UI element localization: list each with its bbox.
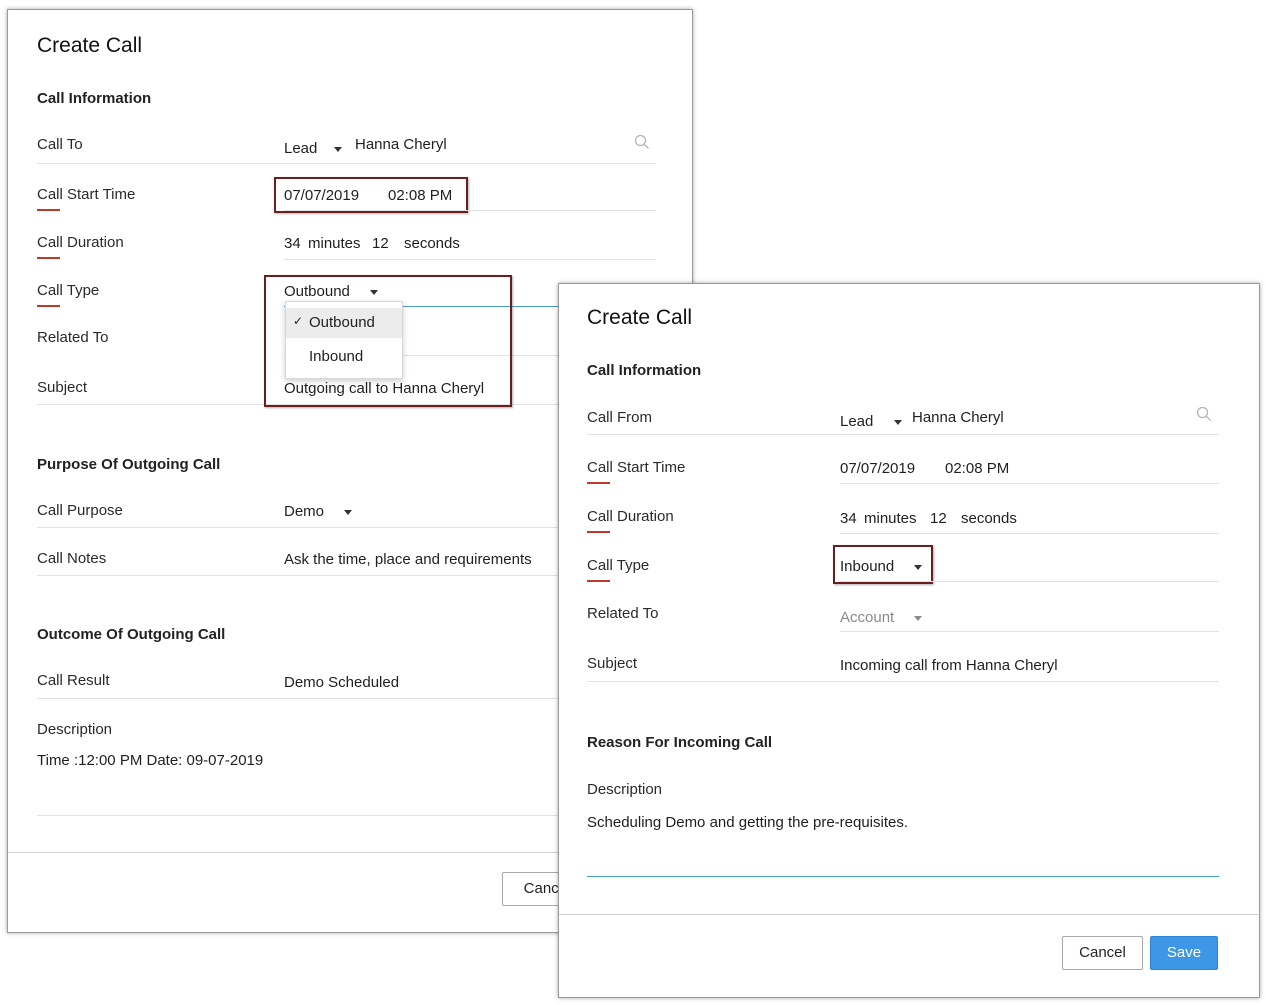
duration-minutes-input[interactable]: 34 <box>284 235 301 252</box>
call-start-time-label: Call Start Time <box>37 186 136 203</box>
call-type-select[interactable]: Inbound <box>840 558 923 575</box>
chevron-down-icon <box>893 419 902 425</box>
call-from-name-input[interactable]: Hanna Cheryl <box>912 409 1004 426</box>
dropdown-option-outbound[interactable]: ✓ Outbound <box>286 308 402 338</box>
call-result-input[interactable]: Demo Scheduled <box>284 674 399 691</box>
description-label: Description <box>37 721 113 738</box>
subject-label: Subject <box>587 655 638 672</box>
duration-seconds-unit: seconds <box>404 235 460 252</box>
dialog-title: Create Call <box>587 306 693 329</box>
call-to-label: Call To <box>37 136 83 153</box>
related-to-module-value: Account <box>840 609 895 626</box>
section-call-information: Call Information <box>587 362 702 379</box>
divider <box>587 434 1219 435</box>
description-input[interactable]: Time :12:00 PM Date: 09-07-2019 <box>37 752 263 769</box>
divider <box>587 681 1219 682</box>
description-input[interactable]: Scheduling Demo and getting the pre-requ… <box>587 814 908 831</box>
divider <box>840 533 1219 534</box>
call-type-label: Call Type <box>37 282 100 299</box>
duration-minutes-input[interactable]: 34 <box>840 510 857 527</box>
search-icon[interactable] <box>634 134 650 150</box>
call-result-label: Call Result <box>37 672 110 689</box>
call-type-value: Inbound <box>840 558 895 575</box>
call-type-label: Call Type <box>587 557 650 574</box>
subject-label: Subject <box>37 379 88 396</box>
duration-minutes-unit: minutes <box>308 235 361 252</box>
call-type-dropdown-menu: ✓ Outbound Inbound <box>285 301 403 379</box>
required-marker <box>587 482 610 484</box>
chevron-down-icon <box>914 564 923 570</box>
search-icon[interactable] <box>1196 406 1212 422</box>
call-notes-label: Call Notes <box>37 550 107 567</box>
call-from-module-value: Lead <box>840 413 874 430</box>
option-label: Outbound <box>309 314 375 331</box>
call-to-module-value: Lead <box>284 140 318 157</box>
chevron-down-icon <box>333 146 342 152</box>
divider <box>840 581 1219 582</box>
description-label: Description <box>587 781 663 798</box>
call-to-name-input[interactable]: Hanna Cheryl <box>355 136 447 153</box>
required-marker <box>37 209 60 211</box>
subject-input[interactable]: Incoming call from Hanna Cheryl <box>840 657 1058 674</box>
dialog-title: Create Call <box>37 34 143 57</box>
dropdown-option-inbound[interactable]: Inbound <box>309 348 363 365</box>
required-marker <box>587 580 610 582</box>
call-to-module-select[interactable]: Lead <box>284 140 342 157</box>
chevron-down-icon <box>344 509 353 515</box>
call-purpose-label: Call Purpose <box>37 502 123 519</box>
call-start-time-input[interactable]: 02:08 PM <box>945 460 1009 477</box>
duration-minutes-unit: minutes <box>864 510 917 527</box>
related-to-label: Related To <box>587 605 659 622</box>
divider <box>284 259 656 260</box>
divider <box>37 163 656 164</box>
cancel-button[interactable]: Cancel <box>1062 936 1143 970</box>
call-duration-label: Call Duration <box>587 508 674 525</box>
related-to-module-select[interactable]: Account <box>840 609 923 626</box>
section-purpose: Purpose Of Outgoing Call <box>37 456 221 473</box>
duration-seconds-input[interactable]: 12 <box>930 510 947 527</box>
required-marker <box>587 531 610 533</box>
section-outcome: Outcome Of Outgoing Call <box>37 626 226 643</box>
divider <box>284 210 656 211</box>
call-duration-label: Call Duration <box>37 234 124 251</box>
call-purpose-select[interactable]: Demo <box>284 503 353 520</box>
chevron-down-icon <box>914 615 923 621</box>
call-start-date-input[interactable]: 07/07/2019 <box>284 187 359 204</box>
duration-seconds-unit: seconds <box>961 510 1017 527</box>
focused-underline <box>587 876 1219 877</box>
call-from-label: Call From <box>587 409 653 426</box>
required-marker <box>37 257 60 259</box>
duration-seconds-input[interactable]: 12 <box>372 235 389 252</box>
call-purpose-value: Demo <box>284 503 325 520</box>
call-from-module-select[interactable]: Lead <box>840 413 902 430</box>
call-start-time-input[interactable]: 02:08 PM <box>388 187 452 204</box>
related-to-label: Related To <box>37 329 109 346</box>
divider <box>840 483 1219 484</box>
divider <box>840 631 1219 632</box>
section-call-information: Call Information <box>37 90 152 107</box>
call-start-date-input[interactable]: 07/07/2019 <box>840 460 915 477</box>
call-start-time-label: Call Start Time <box>587 459 686 476</box>
section-reason: Reason For Incoming Call <box>587 734 773 751</box>
required-marker <box>37 305 60 307</box>
call-notes-input[interactable]: Ask the time, place and requirements <box>284 551 532 568</box>
create-call-dialog-incoming: Create Call Call Information Call From L… <box>558 283 1260 998</box>
footer-divider <box>559 914 1259 915</box>
save-button[interactable]: Save <box>1150 936 1218 970</box>
check-icon: ✓ <box>293 314 304 328</box>
